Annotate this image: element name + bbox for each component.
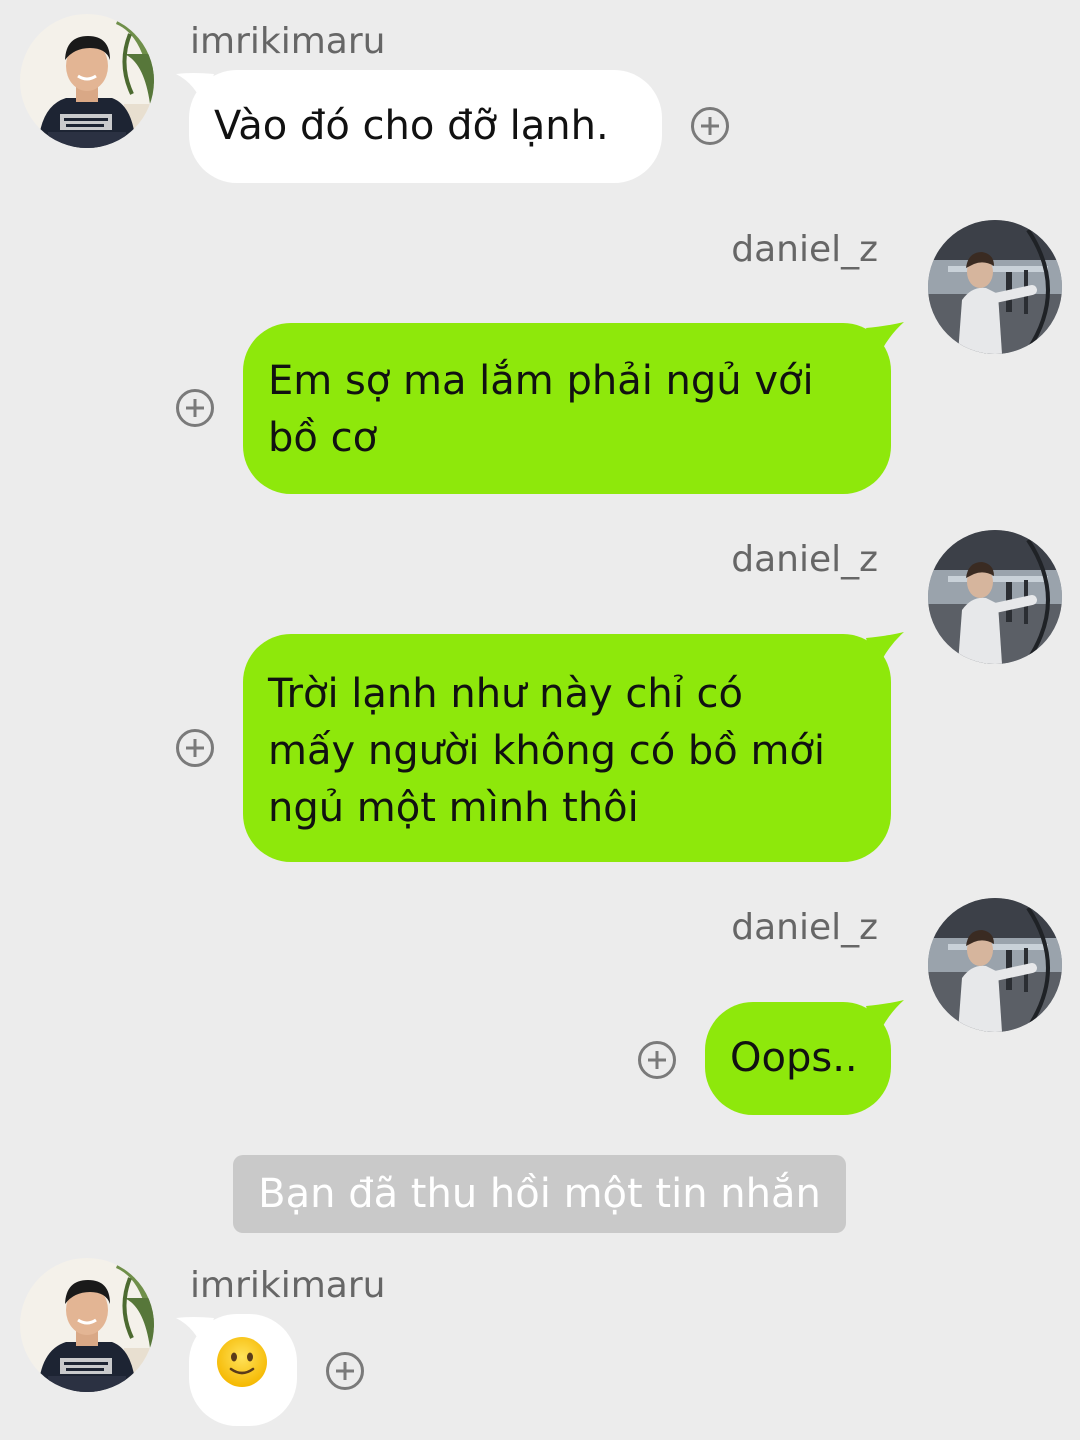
- system-notice: Bạn đã thu hồi một tin nhắn: [233, 1155, 846, 1233]
- message-line: Em sợ ma lắm phải ngủ với: [268, 358, 814, 404]
- sender-name: imrikimaru: [190, 21, 386, 62]
- message-line: ngủ một mình thôi: [268, 785, 639, 831]
- chat-bubble[interactable]: Trời lạnh như này chỉ có mấy người không…: [243, 634, 891, 862]
- message-line: Vào đó cho đỡ lạnh.: [214, 103, 609, 149]
- message-line: bồ cơ: [268, 415, 378, 461]
- message-line: Oops..: [730, 1035, 858, 1081]
- avatar[interactable]: [928, 220, 1062, 354]
- plus-circle-icon[interactable]: [690, 106, 730, 146]
- chat-bubble[interactable]: Em sợ ma lắm phải ngủ với bồ cơ: [243, 323, 891, 494]
- plus-circle-icon[interactable]: [175, 728, 215, 768]
- plus-circle-icon[interactable]: [175, 388, 215, 428]
- chat-bubble[interactable]: [189, 1314, 297, 1426]
- avatar[interactable]: [928, 898, 1062, 1032]
- avatar[interactable]: [20, 14, 154, 148]
- chat-bubble[interactable]: Vào đó cho đỡ lạnh.: [189, 70, 662, 183]
- avatar[interactable]: [20, 1258, 154, 1392]
- slightly-smiling-face-emoji: [217, 1337, 267, 1387]
- message-line: mấy người không có bồ mới: [268, 728, 826, 774]
- sender-name: daniel_z: [731, 907, 878, 948]
- plus-circle-icon[interactable]: [637, 1040, 677, 1080]
- sender-name: daniel_z: [731, 229, 878, 270]
- plus-circle-icon[interactable]: [325, 1351, 365, 1391]
- message-line: Trời lạnh như này chỉ có: [268, 671, 743, 717]
- avatar[interactable]: [928, 530, 1062, 664]
- sender-name: imrikimaru: [190, 1265, 386, 1306]
- sender-name: daniel_z: [731, 539, 878, 580]
- chat-bubble[interactable]: Oops..: [705, 1002, 891, 1115]
